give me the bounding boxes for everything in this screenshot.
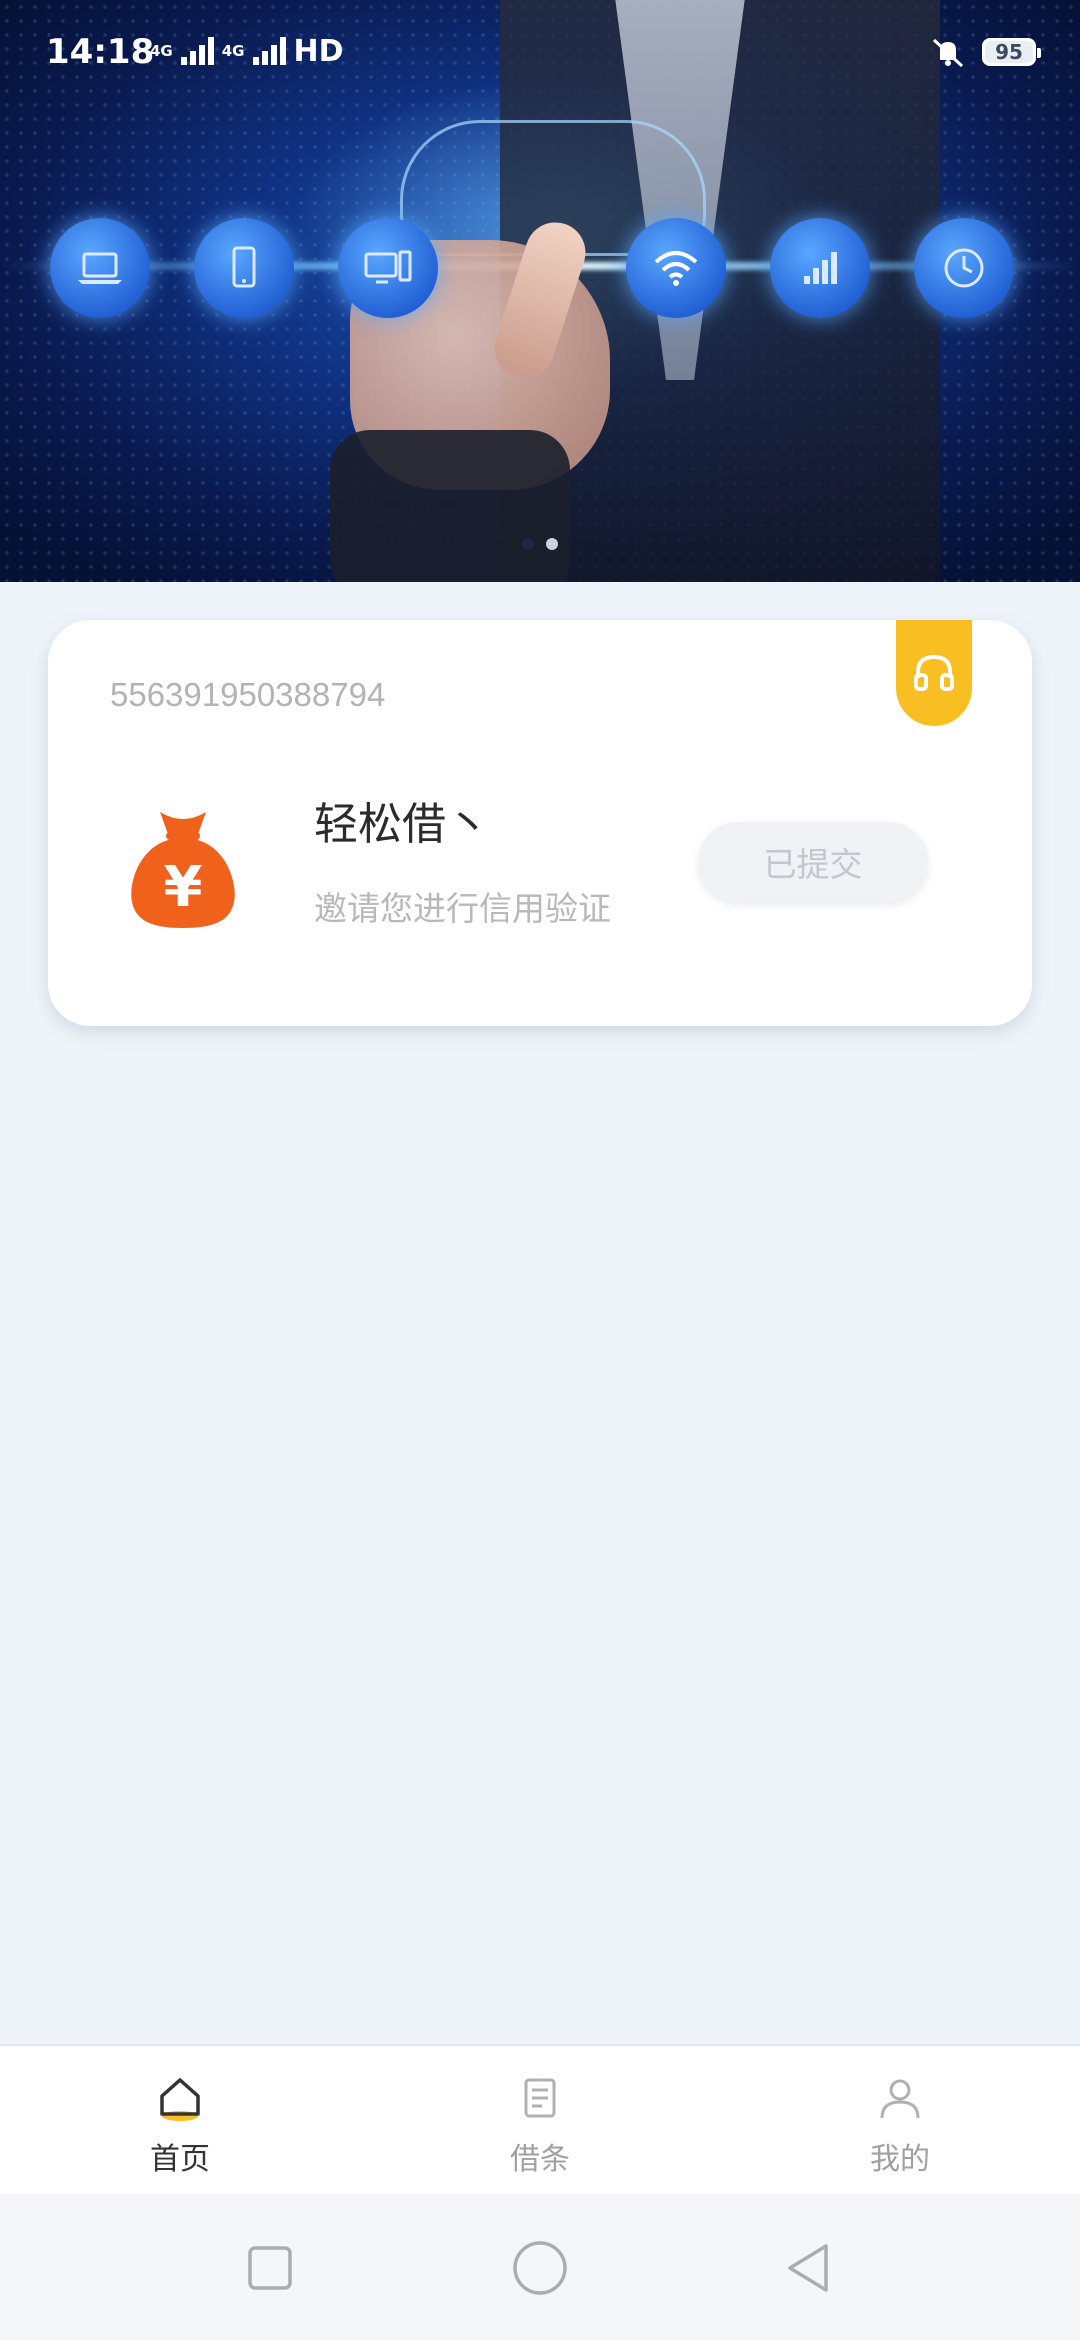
signal-bars-icon [252, 37, 286, 65]
status-right-group: 95 [928, 32, 1041, 72]
tab-iou[interactable]: 借条 [440, 2072, 640, 2182]
headset-icon [914, 654, 954, 691]
status-bar: 14:18 4G 4G HD 95 [0, 0, 1080, 106]
card-id-number: 556391950388794 [110, 676, 386, 713]
tab-home[interactable]: 首页 [80, 2072, 280, 2182]
tab-home-label: 首页 [150, 2142, 210, 2177]
banner-tech-icons [0, 218, 1080, 318]
desktop-icon [338, 218, 438, 318]
status-signal-group: 4G 4G HD [150, 33, 344, 69]
mute-vibrate-icon [932, 38, 964, 68]
carousel-dot-active[interactable] [546, 538, 558, 550]
laptop-icon [50, 218, 150, 318]
money-bag-icon: ¥ [131, 812, 235, 928]
signal-bars-icon [180, 37, 214, 65]
network-type-1: 4G [150, 41, 173, 60]
system-navigation-bar [0, 2194, 1080, 2340]
wifi-icon [626, 218, 726, 318]
tab-mine[interactable]: 我的 [800, 2072, 1000, 2182]
banner-sleeve-shape [330, 430, 570, 582]
svg-text:¥: ¥ [164, 855, 203, 920]
app-logo: ¥ [110, 798, 256, 944]
recent-apps-icon [248, 2246, 292, 2290]
carousel-dot[interactable] [522, 538, 534, 550]
carousel-indicator [0, 538, 1080, 552]
tab-iou-label: 借条 [510, 2142, 570, 2177]
signal-icon [770, 218, 870, 318]
back-icon [788, 2244, 828, 2292]
app-subtitle: 邀请您进行信用验证 [314, 889, 611, 928]
clock-icon [914, 218, 1014, 318]
home-system-button[interactable] [510, 2238, 570, 2298]
home-icon [160, 2078, 200, 2121]
back-button[interactable] [780, 2238, 840, 2298]
battery-icon: 95 [982, 38, 1041, 66]
loan-app-card[interactable]: 556391950388794 ¥ 轻松借丶 邀请您进行信用验证 已提交 [48, 620, 1032, 1026]
submitted-status-button[interactable]: 已提交 [698, 822, 928, 902]
recent-apps-button[interactable] [240, 2238, 300, 2298]
home-circle-icon [513, 2241, 567, 2295]
app-name: 轻松借丶 [314, 799, 490, 850]
bottom-tab-bar: 首页 借条 我的 [0, 2044, 1080, 2194]
hd-label: HD [293, 33, 344, 69]
status-time: 14:18 [46, 32, 155, 72]
document-icon [524, 2078, 556, 2118]
network-type-2: 4G [221, 41, 245, 60]
user-icon [880, 2079, 920, 2119]
customer-service-button[interactable] [896, 620, 972, 726]
phone-icon [194, 218, 294, 318]
tab-mine-label: 我的 [870, 2142, 930, 2177]
